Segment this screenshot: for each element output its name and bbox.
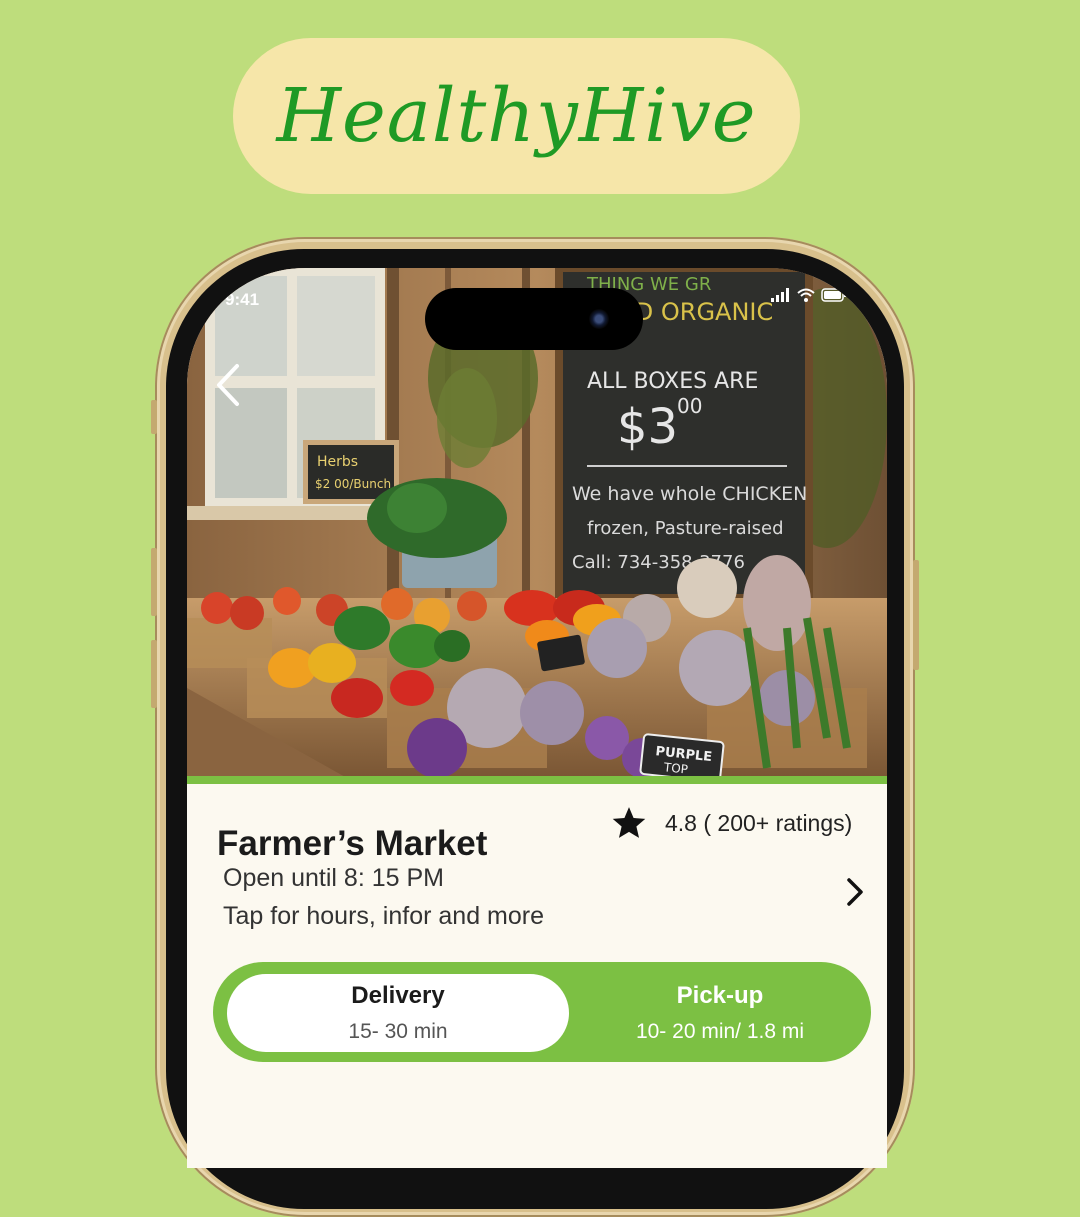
chevron-left-icon[interactable] bbox=[209, 360, 249, 410]
delivery-label: Delivery bbox=[351, 982, 445, 1009]
purple-tag-line-2: TOP bbox=[662, 760, 688, 777]
brand-name: HealthyHive bbox=[276, 73, 757, 159]
purple-top-tag: PURPLE TOP bbox=[639, 733, 725, 778]
pickup-label: Pick-up bbox=[676, 982, 764, 1009]
store-details-link[interactable]: Tap for hours, infor and more bbox=[223, 902, 544, 931]
app-screen: THING WE GR TIFIED ORGANIC ALL BOXES ARE… bbox=[187, 268, 887, 1168]
store-hero-image: THING WE GR TIFIED ORGANIC ALL BOXES ARE… bbox=[187, 268, 887, 778]
delivery-option[interactable]: Delivery 15- 30 min bbox=[227, 974, 569, 1052]
phone-side-button-power bbox=[913, 560, 919, 670]
chevron-right-icon[interactable] bbox=[843, 874, 867, 910]
store-hours[interactable]: Open until 8: 15 PM bbox=[223, 864, 444, 893]
chalk-line-3: ALL BOXES ARE bbox=[587, 369, 758, 394]
chalk-line-5: We have whole CHICKEN bbox=[572, 483, 807, 505]
store-info-panel: Farmer’s Market 4.8 ( 200+ ratings) Open… bbox=[187, 784, 887, 1168]
pickup-option[interactable]: Pick-up 10- 20 min/ 1.8 mi bbox=[569, 974, 871, 1052]
signal-icon bbox=[771, 288, 789, 302]
chalk-price: $3 bbox=[617, 399, 678, 455]
chalk-price-cents: 00 bbox=[677, 394, 702, 418]
phone-side-button-volume-up bbox=[151, 548, 157, 616]
phone-side-button-volume-down bbox=[151, 640, 157, 708]
dynamic-island bbox=[425, 288, 643, 350]
store-name: Farmer’s Market bbox=[217, 824, 488, 863]
wifi-icon bbox=[797, 288, 815, 302]
phone-side-button-silent bbox=[151, 400, 157, 434]
star-icon bbox=[612, 807, 646, 838]
herbs-sign-price: $2 00/Bunch bbox=[315, 477, 391, 491]
rating-text: 4.8 ( 200+ ratings) bbox=[665, 809, 853, 836]
pickup-time: 10- 20 min/ 1.8 mi bbox=[635, 1020, 805, 1043]
herbs-sign-title: Herbs bbox=[317, 454, 358, 470]
fulfillment-toggle: Delivery 15- 30 min Pick-up 10- 20 min/ … bbox=[213, 962, 871, 1062]
hero-divider bbox=[187, 776, 887, 784]
front-camera-icon bbox=[589, 309, 609, 329]
status-time: 9:41 bbox=[225, 290, 260, 309]
delivery-time: 15- 30 min bbox=[348, 1020, 448, 1043]
status-icons bbox=[771, 288, 847, 302]
store-rating: 4.8 ( 200+ ratings) bbox=[611, 806, 852, 840]
battery-icon bbox=[821, 288, 846, 302]
chalk-line-6: frozen, Pasture-raised bbox=[587, 518, 784, 539]
brand-badge: HealthyHive bbox=[233, 38, 800, 194]
